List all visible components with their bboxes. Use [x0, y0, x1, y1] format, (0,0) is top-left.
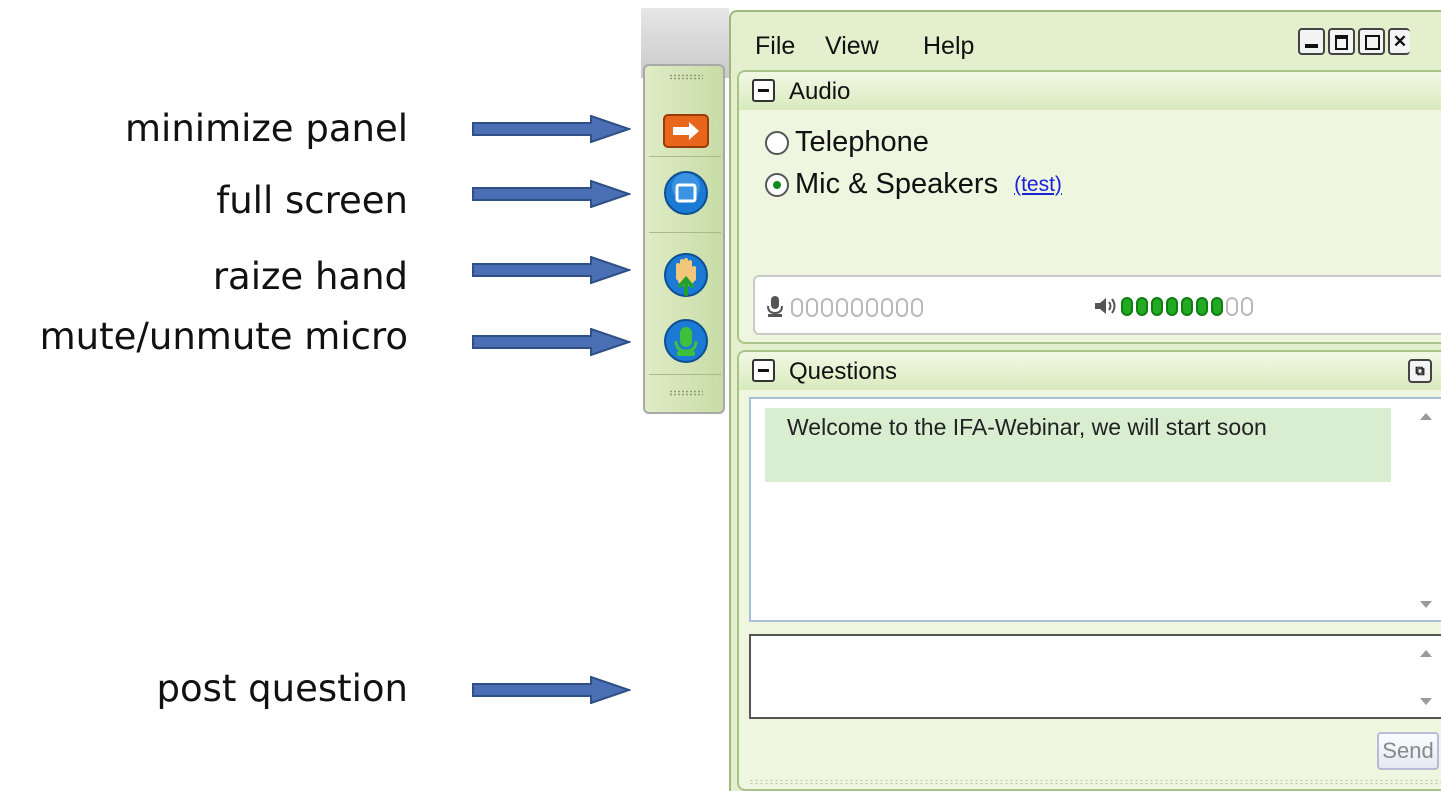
question-input-scrollbar[interactable] [1411, 636, 1441, 717]
audio-panel-header: Audio [739, 72, 1441, 110]
level-segment [866, 297, 878, 317]
level-segment [1151, 296, 1163, 316]
level-segment [821, 297, 833, 317]
level-segment [1136, 296, 1148, 316]
full-screen-button[interactable] [663, 170, 709, 216]
annotation-label: post question [156, 667, 408, 710]
toolbar-separator [649, 156, 721, 157]
control-panel-window: File View Help ✕ Audio Telephone Mic & S… [729, 10, 1441, 791]
popout-window-icon[interactable] [1358, 28, 1385, 55]
annotation-label: minimize panel [125, 107, 408, 150]
level-segment [1211, 296, 1223, 316]
questions-popout-icon[interactable]: ⧉ [1408, 359, 1432, 383]
panel-footer-grip [749, 779, 1441, 785]
toolbar-separator [649, 232, 721, 233]
menu-help[interactable]: Help [923, 32, 974, 61]
toolbar-separator [649, 374, 721, 375]
toolbar-grip-top[interactable] [669, 74, 703, 80]
level-segment [1166, 296, 1178, 316]
questions-panel: Questions ⧉ Welcome to the IFA-Webinar, … [737, 350, 1441, 791]
questions-panel-header: Questions ⧉ [739, 352, 1441, 390]
toolbar-grip-bottom[interactable] [669, 390, 703, 396]
send-button[interactable]: Send [1377, 732, 1439, 770]
speaker-level-meter [1093, 295, 1256, 317]
level-segment [1196, 296, 1208, 316]
annotation-arrow-icon [472, 180, 631, 208]
annotation-label: raize hand [212, 255, 408, 298]
level-segment [881, 297, 893, 317]
close-window-icon[interactable]: ✕ [1388, 28, 1410, 55]
mute-unmute-microphone-button[interactable] [663, 318, 709, 364]
telephone-label: Telephone [795, 126, 929, 158]
menu-view[interactable]: View [825, 32, 879, 61]
level-segment [791, 297, 803, 317]
grab-tab-toolbar [643, 64, 725, 414]
scroll-up-icon[interactable] [1420, 413, 1432, 420]
minimize-panel-button[interactable] [663, 111, 709, 151]
microphone-level-meter [765, 295, 926, 319]
level-segment [896, 297, 908, 317]
microphone-icon [767, 296, 783, 317]
mic-speakers-radio[interactable] [765, 172, 789, 197]
annotation-arrow-icon [472, 256, 631, 284]
annotation-label: full screen [216, 179, 408, 222]
questions-collapse-icon[interactable] [752, 359, 775, 382]
menu-bar: File View Help ✕ [731, 12, 1441, 70]
level-segment [806, 297, 818, 317]
questions-log[interactable]: Welcome to the IFA-Webinar, we will star… [749, 397, 1441, 622]
raise-hand-button[interactable] [663, 252, 709, 298]
question-message: Welcome to the IFA-Webinar, we will star… [765, 408, 1391, 482]
annotation-arrow-icon [472, 676, 631, 704]
speaker-level-segments [1121, 296, 1256, 316]
level-segment [1226, 296, 1238, 316]
minimize-window-icon[interactable] [1298, 28, 1325, 55]
level-segment [851, 297, 863, 317]
telephone-option[interactable]: Telephone [765, 126, 929, 159]
level-segment [911, 297, 923, 317]
audio-levels-box [753, 275, 1441, 335]
menu-file[interactable]: File [755, 32, 795, 61]
questions-panel-title: Questions [789, 358, 898, 385]
audio-test-link[interactable]: (test) [1014, 173, 1062, 197]
questions-log-scrollbar[interactable] [1411, 399, 1441, 620]
scroll-down-icon[interactable] [1420, 601, 1432, 608]
level-segment [1121, 296, 1133, 316]
scroll-down-icon[interactable] [1420, 698, 1432, 705]
question-input[interactable] [749, 634, 1441, 719]
mic-speakers-option[interactable]: Mic & Speakers (test) [765, 168, 1062, 201]
audio-collapse-icon[interactable] [752, 79, 775, 102]
audio-panel: Audio Telephone Mic & Speakers (test) [737, 70, 1441, 344]
mic-speakers-label: Mic & Speakers [795, 168, 999, 200]
annotation-arrow-icon [472, 328, 631, 356]
mic-level-segments [791, 297, 926, 317]
speaker-icon [1095, 298, 1116, 314]
scroll-up-icon[interactable] [1420, 650, 1432, 657]
level-segment [836, 297, 848, 317]
annotation-label: mute/unmute micro [39, 315, 408, 358]
restore-window-icon[interactable] [1328, 28, 1355, 55]
audio-panel-title: Audio [789, 78, 851, 105]
level-segment [1241, 296, 1253, 316]
annotation-arrow-icon [472, 115, 631, 143]
telephone-radio[interactable] [765, 130, 789, 155]
level-segment [1181, 296, 1193, 316]
